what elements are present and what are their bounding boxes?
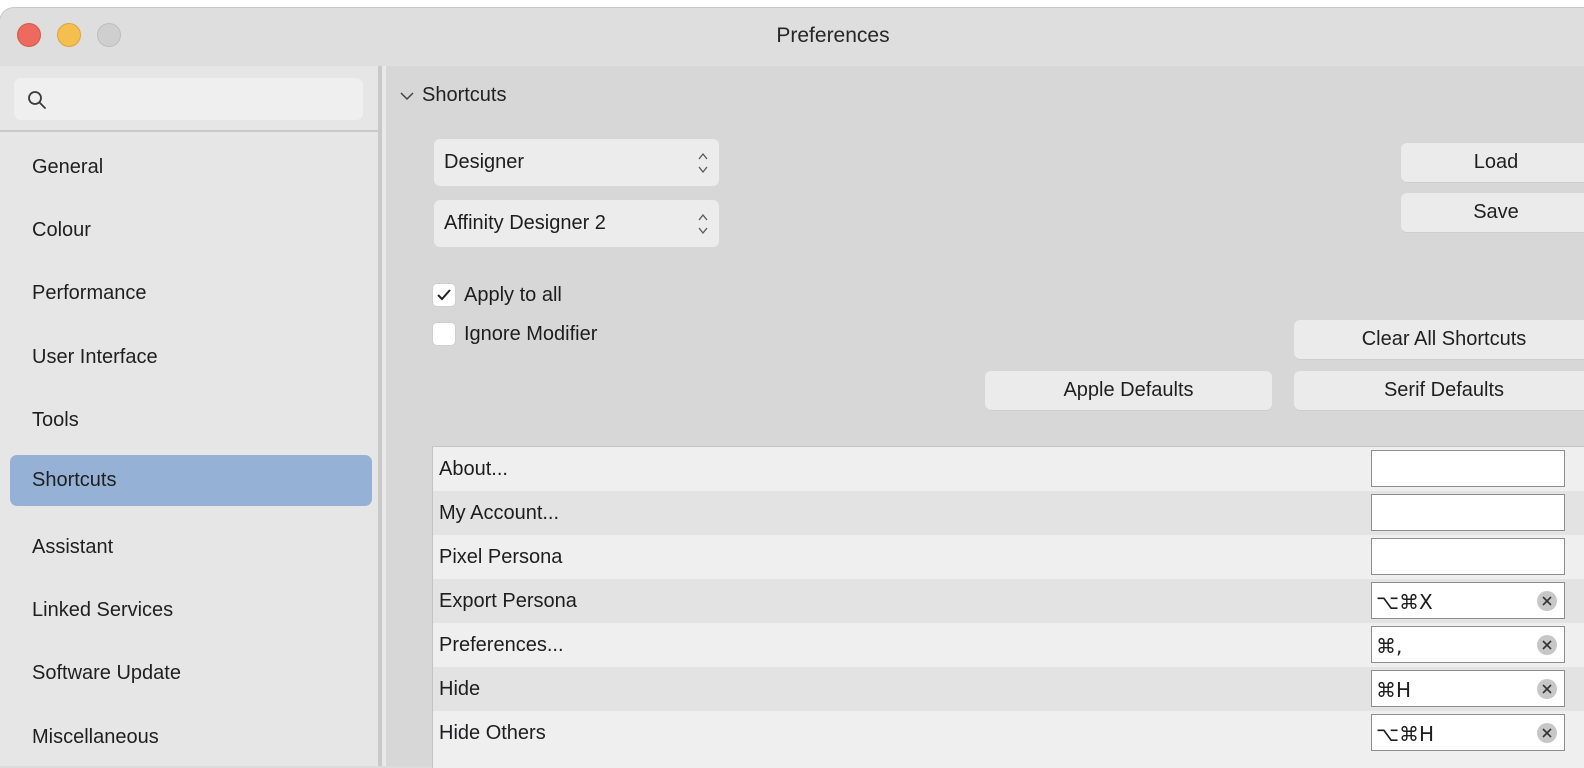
sidebar-item-user-interface[interactable]: User Interface — [10, 332, 372, 383]
preset-popup[interactable]: Affinity Designer 2 — [434, 200, 719, 247]
checkmark-icon — [437, 289, 451, 301]
chevron-down-icon[interactable] — [400, 91, 414, 101]
shortcut-name: My Account... — [439, 502, 560, 524]
shortcut-key-field[interactable]: ⌘, — [1371, 626, 1565, 663]
ignore-modifier-checkbox[interactable] — [432, 322, 456, 346]
shortcuts-table: About... My Account... Pixel Persona Exp… — [432, 446, 1584, 768]
clear-all-shortcuts-button[interactable]: Clear All Shortcuts — [1294, 320, 1584, 359]
shortcut-name: Pixel Persona — [439, 546, 563, 568]
table-row[interactable]: About... — [433, 447, 1584, 491]
clear-shortcut-icon[interactable] — [1537, 679, 1557, 699]
sidebar-item-tools[interactable]: Tools — [10, 395, 372, 446]
clear-shortcut-icon[interactable] — [1537, 591, 1557, 611]
sidebar-item-assistant[interactable]: Assistant — [10, 522, 372, 573]
shortcut-name: Hide — [439, 678, 481, 700]
sidebar-item-software-update[interactable]: Software Update — [10, 648, 372, 699]
table-row[interactable]: Hide Others ⌥⌘H — [433, 711, 1584, 755]
clear-shortcut-icon[interactable] — [1537, 635, 1557, 655]
shortcut-name: Export Persona — [439, 590, 577, 612]
table-row[interactable]: My Account... — [433, 491, 1584, 535]
table-row[interactable]: Preferences... ⌘, — [433, 623, 1584, 667]
table-row[interactable]: Pixel Persona — [433, 535, 1584, 579]
up-down-chevron-icon — [698, 213, 708, 235]
apple-defaults-button[interactable]: Apple Defaults — [985, 371, 1272, 410]
sidebar-item-miscellaneous[interactable]: Miscellaneous — [10, 712, 372, 763]
shortcuts-pane: Shortcuts Designer Affinity Designer 2 L… — [382, 66, 1584, 768]
shortcut-key-field[interactable]: ⌥⌘H — [1371, 714, 1565, 751]
preset-popup-value: Affinity Designer 2 — [444, 212, 606, 234]
preferences-window: Preferences General Colour Performance U… — [0, 8, 1584, 768]
ignore-modifier-label: Ignore Modifier — [464, 323, 598, 345]
sidebar-item-general[interactable]: General — [10, 142, 372, 193]
load-button[interactable]: Load — [1401, 143, 1584, 182]
save-button[interactable]: Save — [1401, 193, 1584, 232]
shortcut-key-field[interactable]: ⌘H — [1371, 670, 1565, 707]
app-popup[interactable]: Designer — [434, 139, 719, 186]
window-title: Preferences — [776, 24, 890, 47]
sidebar-item-performance[interactable]: Performance — [10, 268, 372, 319]
shortcut-key-field[interactable] — [1371, 450, 1565, 487]
search-icon — [28, 91, 46, 109]
title-bar: Preferences — [0, 8, 1584, 66]
shortcut-name: Hide Others — [439, 722, 546, 744]
apply-to-all-checkbox[interactable] — [432, 283, 456, 307]
sidebar-item-linked-services[interactable]: Linked Services — [10, 585, 372, 636]
app-popup-value: Designer — [444, 151, 525, 173]
shortcut-key-field[interactable] — [1371, 494, 1565, 531]
sidebar: General Colour Performance User Interfac… — [0, 66, 382, 766]
shortcut-key-field[interactable]: ⌥⌘X — [1371, 582, 1565, 619]
table-row[interactable]: Hide ⌘H — [433, 667, 1584, 711]
shortcut-name: About... — [439, 458, 508, 480]
table-row[interactable]: Export Persona ⌥⌘X — [433, 579, 1584, 623]
sidebar-divider — [0, 130, 378, 132]
clear-shortcut-icon[interactable] — [1537, 723, 1557, 743]
shortcut-key-field[interactable] — [1371, 538, 1565, 575]
search-field[interactable] — [14, 78, 363, 120]
serif-defaults-button[interactable]: Serif Defaults — [1294, 371, 1584, 410]
sidebar-item-colour[interactable]: Colour — [10, 205, 372, 256]
up-down-chevron-icon — [698, 152, 708, 174]
sidebar-item-shortcuts[interactable]: Shortcuts — [10, 455, 372, 506]
section-title: Shortcuts — [422, 84, 507, 106]
shortcut-name: Preferences... — [439, 634, 564, 656]
apply-to-all-label: Apply to all — [464, 284, 562, 306]
